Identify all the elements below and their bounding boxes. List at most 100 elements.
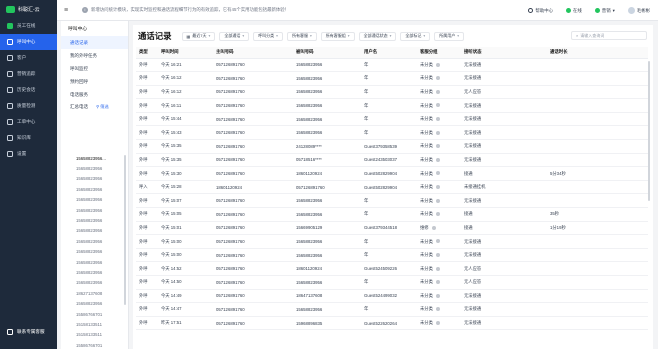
- column-header[interactable]: 类型: [136, 47, 158, 59]
- filter-dropdown-4[interactable]: 所有客服组 ▾: [320, 31, 355, 41]
- table-row[interactable]: 外呼 今天 14:50 057126891760 15658823956 年 未分类 无人应…: [136, 275, 648, 290]
- sidebar-item-6[interactable]: 工单中心: [0, 114, 57, 130]
- panel-scrollbar[interactable]: [124, 155, 126, 305]
- phone-list-item[interactable]: 15658823956: [61, 163, 129, 173]
- table-row[interactable]: 外呼 今天 16:12 057126891760 15658823956 年 未分类 无法接…: [136, 71, 648, 86]
- sidebar-item-4[interactable]: 历史会话: [0, 82, 57, 98]
- phone-list-item[interactable]: 15158133511: [61, 330, 129, 340]
- table-row[interactable]: 外呼 今天 14:49 057126891760 18647137608 Guest52…: [136, 289, 648, 304]
- sidebar-item-0[interactable]: 员工在线: [0, 18, 57, 34]
- filter-dropdown-5[interactable]: 全部通话状态 ▾: [358, 31, 397, 41]
- panel-item-3[interactable]: 预约回呼: [61, 75, 128, 88]
- phone-list-item[interactable]: 15658823956: [61, 278, 129, 288]
- column-header[interactable]: 客服分组: [417, 47, 461, 59]
- table-row[interactable]: 外呼 今天 14:47 057126891760 15658823956 年 未分类 无法接…: [136, 302, 648, 317]
- info-icon[interactable]: [435, 266, 440, 271]
- table-row[interactable]: 外呼 今天 15:44 057126891760 15658823956 年 未分类 无法接…: [136, 112, 648, 127]
- panel-item-1[interactable]: 我的外呼任务: [61, 49, 128, 62]
- info-icon[interactable]: [435, 117, 440, 122]
- phone-list-item[interactable]: 15658823956: [61, 215, 129, 225]
- filter-dropdown-1[interactable]: 全部通话 ▾: [219, 31, 250, 41]
- info-icon[interactable]: [435, 157, 440, 162]
- info-icon[interactable]: [435, 212, 440, 217]
- phone-list-item[interactable]: 15658823956: [61, 247, 129, 257]
- sidebar-item-3[interactable]: 营销追踪: [0, 66, 57, 82]
- info-icon[interactable]: [435, 280, 440, 285]
- column-header[interactable]: 呼叫时间: [158, 47, 213, 59]
- contact-support-link[interactable]: 联系专属客服: [0, 329, 57, 335]
- info-icon[interactable]: [435, 89, 440, 94]
- table-row[interactable]: 外呼 昨天 17:51 057126891760 15968896835 Guest52…: [136, 316, 648, 331]
- info-icon[interactable]: [435, 62, 440, 67]
- table-row[interactable]: 外呼 今天 16:11 057126891760 15658823956 年 未分类 无法接…: [136, 98, 648, 113]
- summary-filter-button[interactable]: ⚲ 筛选: [96, 104, 109, 110]
- info-icon[interactable]: [435, 307, 440, 312]
- table-scrollbar[interactable]: [648, 61, 650, 201]
- phone-list-item[interactable]: 15658823956: [61, 174, 129, 184]
- info-icon[interactable]: [435, 171, 440, 176]
- info-icon[interactable]: [435, 185, 440, 189]
- sidebar-item-2[interactable]: 客户: [0, 50, 57, 66]
- table-row[interactable]: 外呼 今天 15:01 057126891760 15669905129 Guest37…: [136, 221, 648, 236]
- panel-item-4[interactable]: 电话服务: [61, 88, 128, 101]
- phone-list-item[interactable]: 15658823956: [61, 226, 129, 236]
- phone-list-item[interactable]: 15658823956: [61, 195, 129, 205]
- table-row[interactable]: 外呼 今天 15:43 057126891760 15658823956 年 未分类 无法接…: [136, 125, 648, 141]
- table-row[interactable]: 外呼 今天 14:52 057126891760 18601120924 Guest52…: [136, 261, 648, 276]
- column-header[interactable]: 用户名: [361, 47, 417, 59]
- panel-item-0[interactable]: 通话记录: [61, 36, 128, 49]
- menu-toggle-icon[interactable]: ≡: [64, 7, 72, 14]
- sidebar-item-8[interactable]: 设置: [0, 146, 57, 162]
- phone-list-item[interactable]: 15658823956: [61, 184, 129, 194]
- user-menu[interactable]: 毛彬彬: [627, 7, 650, 14]
- search-input[interactable]: [580, 33, 645, 38]
- sidebar-item-5[interactable]: 质量检测: [0, 98, 57, 114]
- info-icon[interactable]: [435, 293, 440, 298]
- column-header[interactable]: 被叫号码: [293, 47, 361, 59]
- online-status-toggle[interactable]: 在线: [566, 8, 582, 14]
- table-row[interactable]: 外呼 今天 15:00 057126891760 15658823956 年 未分类 无法接…: [136, 248, 648, 263]
- info-icon[interactable]: [435, 103, 440, 108]
- panel-item-2[interactable]: 呼叫监控: [61, 62, 128, 75]
- phone-list-item[interactable]: 15658823956: [61, 236, 129, 246]
- phone-list-item[interactable]: 15658823956...: [61, 153, 129, 163]
- info-icon[interactable]: [435, 144, 440, 149]
- phone-list-item[interactable]: 15158133511: [61, 319, 129, 329]
- notice-banner[interactable]: i 新增访问统计模块，实现实时监控和通话流程细节行为的有效追踪，它有45个实用功…: [82, 7, 289, 13]
- phone-list-item[interactable]: 15586766701: [61, 309, 129, 319]
- table-row[interactable]: 外呼 今天 16:21 057126891760 15658823956 年 未分类 无法接…: [136, 58, 648, 73]
- phone-list-item[interactable]: 18627137608: [61, 288, 129, 298]
- table-row[interactable]: 外呼 今天 15:35 057126891760 24128089**** Guest3…: [136, 139, 648, 154]
- phone-list-item[interactable]: 15658823956: [61, 267, 129, 277]
- filter-dropdown-2[interactable]: 呼叫分类 ▾: [253, 31, 283, 41]
- phone-list-item[interactable]: 15658823956: [61, 205, 129, 215]
- info-icon[interactable]: [435, 239, 440, 244]
- column-header[interactable]: 主叫号码: [213, 47, 293, 59]
- table-row[interactable]: 外呼 今天 15:05 057126891760 15658823956 年 未分类 接通 3…: [136, 207, 648, 222]
- column-header[interactable]: 接听状态: [461, 47, 547, 59]
- filter-dropdown-3[interactable]: 所有客服 ▾: [286, 31, 317, 41]
- phone-list-item[interactable]: 15586766701: [61, 340, 129, 349]
- help-center-link[interactable]: 帮助中心: [528, 8, 553, 14]
- phone-list-item[interactable]: 15658823956: [61, 298, 129, 308]
- table-row[interactable]: 外呼 今天 15:30 057126891760 18601120924 Guest50…: [136, 166, 648, 181]
- table-row[interactable]: 外呼 今天 15:00 057126891760 15658823956 年 未分类 无法接…: [136, 234, 648, 249]
- info-icon[interactable]: [431, 225, 436, 230]
- info-icon[interactable]: [435, 252, 440, 257]
- info-icon[interactable]: [435, 76, 440, 81]
- group-selector[interactable]: 营销 ▾: [594, 8, 615, 14]
- filter-dropdown-6[interactable]: 全部标记 ▾: [400, 31, 431, 41]
- info-icon[interactable]: [435, 320, 440, 325]
- filter-dropdown-0[interactable]: ▦ 最近7天 ▾: [181, 31, 216, 41]
- column-header[interactable]: 通话时长: [547, 47, 648, 59]
- sidebar-item-7[interactable]: 知识库: [0, 130, 57, 146]
- info-icon[interactable]: [435, 198, 440, 203]
- filter-dropdown-7[interactable]: 所属用户 ▾: [434, 31, 465, 41]
- info-icon[interactable]: [435, 130, 440, 135]
- table-row[interactable]: 外呼 今天 15:07 057126891760 15658823956 年 未分类 无法接…: [136, 193, 648, 209]
- table-row[interactable]: 外呼 今天 16:12 057126891760 15658823956 年 未分类 无人应…: [136, 85, 648, 100]
- phone-list-item[interactable]: 15658823956: [61, 257, 129, 267]
- table-row[interactable]: 呼入 今天 15:28 18601120924 057126891760 Guest50…: [136, 180, 648, 195]
- sidebar-item-1[interactable]: 呼叫中心: [0, 34, 57, 50]
- table-row[interactable]: 外呼 今天 15:35 057126891760 05718516**** Guest2…: [136, 153, 648, 168]
